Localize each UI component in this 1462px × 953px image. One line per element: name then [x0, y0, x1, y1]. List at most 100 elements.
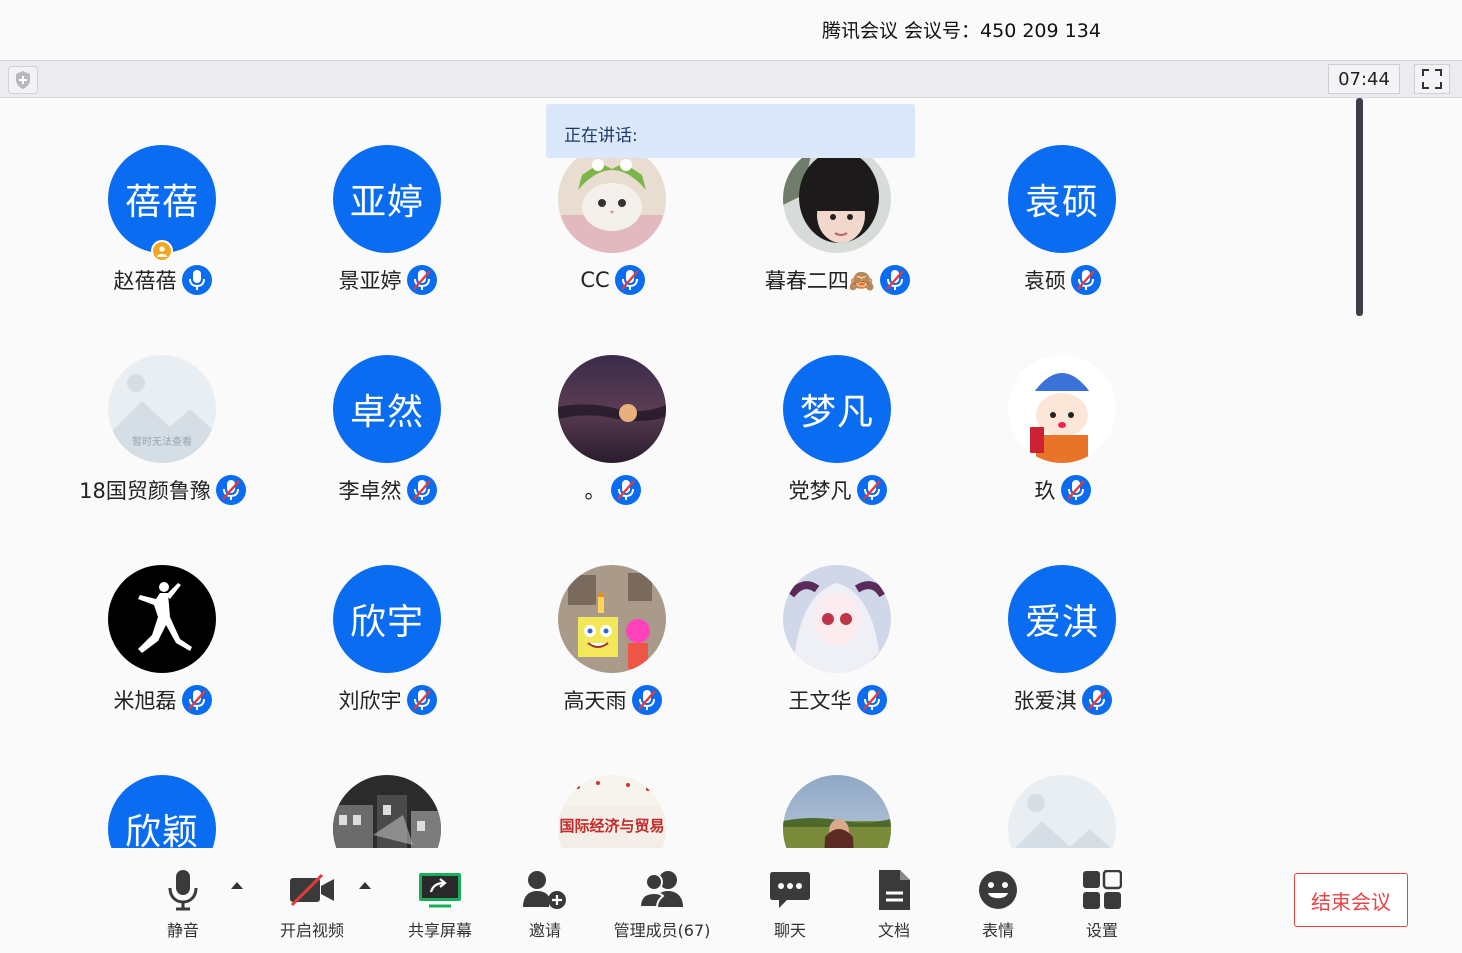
- invite-label: 邀请: [528, 921, 561, 940]
- microphone-muted-icon: [406, 685, 437, 715]
- avatar: 袁硕: [1008, 145, 1116, 253]
- microphone-icon: [166, 868, 200, 912]
- participant-name: 王文华: [788, 689, 852, 713]
- avatar: 暂时无法查看: [108, 355, 216, 463]
- participant-tile[interactable]: 欣宇 刘欣宇: [275, 565, 500, 735]
- microphone-muted-icon: [610, 475, 641, 505]
- participant-name-row: 李卓然: [275, 475, 500, 505]
- add-person-icon: [521, 868, 569, 912]
- avatar: [558, 565, 666, 673]
- participant-name-row: 18国贸颜鲁豫: [50, 475, 275, 505]
- participant-name-row: 米旭磊: [50, 685, 275, 715]
- audio-options-caret-icon[interactable]: [231, 882, 243, 889]
- participant-name: 米旭磊: [113, 689, 177, 713]
- invite-button[interactable]: 邀请: [520, 868, 570, 941]
- chat-button[interactable]: 聊天: [765, 868, 815, 941]
- participant-name-row: 王文华: [725, 685, 950, 715]
- smiley-icon: [978, 868, 1018, 912]
- avatar: 蓓蓓: [108, 145, 216, 253]
- share-screen-label: 共享屏幕: [407, 921, 472, 940]
- participant-name: 18国贸颜鲁豫: [79, 479, 211, 503]
- participant-tile[interactable]: 卓然 李卓然: [275, 355, 500, 525]
- participant-tile[interactable]: 亚婷景亚婷: [275, 145, 500, 315]
- video-options-caret-icon[interactable]: [359, 882, 371, 889]
- microphone-muted-icon: [406, 475, 437, 505]
- bottom-control-bar: 静音 开启视频 共享屏幕 邀请 管理成员(67) 聊天 文档 表情 设置 结束会…: [0, 848, 1462, 953]
- manage-members-button[interactable]: 管理成员(67): [607, 868, 717, 941]
- avatar: 爱淇: [1008, 565, 1116, 673]
- participant-name-row: 。: [500, 475, 725, 505]
- avatar: 欣颖: [108, 775, 216, 848]
- participant-name: 。: [584, 479, 606, 503]
- share-screen-button[interactable]: 共享屏幕: [400, 868, 480, 941]
- avatar-initials: 蓓蓓: [124, 182, 199, 223]
- participant-tile[interactable]: [725, 775, 950, 848]
- avatar-initials: 梦凡: [799, 392, 874, 433]
- participant-tile[interactable]: CC: [500, 145, 725, 315]
- participant-tile[interactable]: 。: [500, 355, 725, 525]
- mute-label: 静音: [166, 921, 199, 940]
- participant-tile[interactable]: 国际经济与贸易: [500, 775, 725, 848]
- speaking-indicator: 正在讲话:: [546, 104, 915, 158]
- microphone-muted-icon: [1081, 685, 1112, 715]
- grid-settings-icon: [1082, 868, 1122, 912]
- microphone-on-icon: [181, 265, 212, 295]
- participant-tile[interactable]: 高天雨: [500, 565, 725, 735]
- participant-tile[interactable]: 玖: [950, 355, 1175, 525]
- avatar-initials: 爱淇: [1024, 602, 1099, 643]
- start-video-button[interactable]: 开启视频: [272, 868, 352, 941]
- mute-button[interactable]: 静音: [158, 868, 208, 941]
- avatar: [1008, 775, 1116, 848]
- microphone-muted-icon: [1060, 475, 1091, 505]
- participant-name: 玖: [1034, 479, 1056, 503]
- participant-tile[interactable]: 袁硕 袁硕: [950, 145, 1175, 315]
- fullscreen-icon[interactable]: [1414, 64, 1450, 94]
- participant-tile[interactable]: 梦凡党梦凡: [725, 355, 950, 525]
- participant-name-row: CC: [500, 265, 725, 295]
- avatar-initials: 卓然: [349, 392, 424, 433]
- settings-label: 设置: [1085, 921, 1118, 940]
- grid-scrollbar[interactable]: [1356, 98, 1363, 316]
- end-meeting-button[interactable]: 结束会议: [1294, 873, 1408, 927]
- avatar: 梦凡: [783, 355, 891, 463]
- manage-members-label: 管理成员(67): [613, 921, 711, 940]
- participant-grid: 蓓蓓 赵蓓蓓 亚婷 景亚婷 CC 暮春二四🙈 袁硕 袁硕 暂时无法查看 18国贸颜鲁豫 卓然 李卓然。…: [0, 98, 1462, 848]
- document-icon: [876, 868, 912, 912]
- microphone-muted-icon: [1071, 265, 1101, 295]
- emoji-button[interactable]: 表情: [973, 868, 1023, 941]
- microphone-muted-icon: [181, 685, 212, 715]
- participant-name-row: 景亚婷: [275, 265, 500, 295]
- participant-tile[interactable]: 欣颖: [50, 775, 275, 848]
- settings-button[interactable]: 设置: [1077, 868, 1127, 941]
- participant-name: 党梦凡: [788, 479, 852, 503]
- title-bar: 腾讯会议 会议号：450 209 134: [0, 0, 1462, 60]
- participant-tile[interactable]: 蓓蓓赵蓓蓓: [50, 145, 275, 315]
- microphone-muted-icon: [856, 685, 887, 715]
- microphone-muted-icon: [880, 265, 911, 295]
- start-video-label: 开启视频: [279, 921, 344, 940]
- participant-tile[interactable]: [950, 775, 1175, 848]
- avatar: 亚婷: [333, 145, 441, 253]
- participant-name: 刘欣宇: [338, 689, 402, 713]
- participant-name-row: 党梦凡: [725, 475, 950, 505]
- video-off-icon: [288, 868, 336, 912]
- microphone-muted-icon: [631, 685, 662, 715]
- participant-tile[interactable]: 米旭磊: [50, 565, 275, 735]
- participant-tile[interactable]: 爱淇张爱淇: [950, 565, 1175, 735]
- docs-button[interactable]: 文档: [869, 868, 919, 941]
- participant-name: 赵蓓蓓: [113, 269, 177, 293]
- chat-label: 聊天: [773, 921, 806, 940]
- participant-name: 景亚婷: [338, 269, 402, 293]
- chat-icon: [769, 868, 811, 912]
- host-badge-icon: [151, 240, 173, 262]
- participant-tile[interactable]: 王文华: [725, 565, 950, 735]
- participant-tile[interactable]: 暮春二四🙈: [725, 145, 950, 315]
- avatar: [783, 775, 891, 848]
- participant-name: 张爱淇: [1013, 689, 1077, 713]
- participant-tile[interactable]: [275, 775, 500, 848]
- microphone-muted-icon: [215, 475, 246, 505]
- avatar: 卓然: [333, 355, 441, 463]
- meeting-title: 腾讯会议 会议号：450 209 134: [822, 20, 1101, 42]
- participant-tile[interactable]: 暂时无法查看 18国贸颜鲁豫: [50, 355, 275, 525]
- security-shield-icon[interactable]: [8, 66, 38, 94]
